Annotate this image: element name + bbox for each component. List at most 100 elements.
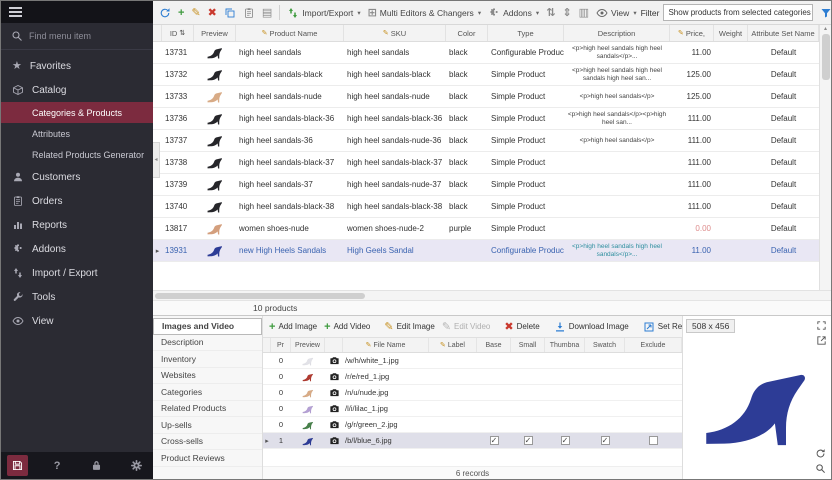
product-row[interactable]: 13817 women shoes-nude women shoes-nude-…	[153, 218, 819, 240]
edit-image-button[interactable]: ✎Edit Image	[381, 320, 437, 334]
checkbox[interactable]	[490, 436, 499, 445]
checkbox[interactable]	[649, 436, 658, 445]
image-row[interactable]: 0 /l/i/lilac_1.jpg	[263, 401, 682, 417]
image-row[interactable]: 0 /g/r/green_2.jpg	[263, 417, 682, 433]
multi-editors-menu[interactable]: ⊞Multi Editors & Changers▾	[365, 6, 485, 20]
open-external-icon[interactable]	[816, 335, 827, 346]
addons-menu[interactable]: Addons▾	[485, 5, 542, 21]
checkbox-exclude[interactable]	[625, 436, 682, 445]
tab-up-sells[interactable]: Up-sells	[153, 417, 262, 434]
product-row[interactable]: 13738 high heel sandals-black-37 high he…	[153, 152, 819, 174]
column-header-base[interactable]: Base	[477, 338, 511, 352]
column-header-type[interactable]: Type	[488, 25, 564, 41]
column-header-sku[interactable]: ✎SKU	[344, 25, 446, 41]
lock-icon[interactable]	[86, 455, 107, 476]
sort-button[interactable]: ⇅	[543, 6, 558, 20]
column-header-exclude[interactable]: Exclude	[625, 338, 682, 352]
checkbox-thumbnail[interactable]	[545, 436, 585, 445]
scroll-up-icon[interactable]: ▴	[824, 25, 827, 32]
sidebar-item-view[interactable]: View	[1, 309, 153, 333]
column-header-product-name[interactable]: ✎Product Name	[236, 25, 344, 41]
sidebar-item-related-products-generator[interactable]: Related Products Generator	[1, 144, 153, 165]
zoom-icon[interactable]	[815, 463, 826, 474]
set-resize-rule-button[interactable]: Set Resize Rule▾	[640, 319, 682, 335]
checkbox[interactable]	[524, 436, 533, 445]
product-row[interactable]: 13739 high heel sandals-37 high heel san…	[153, 174, 819, 196]
column-header-description[interactable]: Description	[564, 25, 670, 41]
column-header-position[interactable]: Pr	[271, 338, 291, 352]
tab-description[interactable]: Description	[153, 335, 262, 352]
download-image-button[interactable]: Download Image	[551, 319, 632, 335]
scrollbar-thumb[interactable]	[155, 293, 365, 299]
product-row[interactable]: 13731 high heel sandals high heel sandal…	[153, 42, 819, 64]
checkbox-swatch[interactable]	[585, 436, 625, 445]
image-row[interactable]: 0 /w/h/white_1.jpg	[263, 353, 682, 369]
column-header-weight[interactable]: Weight	[714, 25, 748, 41]
scrollbar-thumb[interactable]	[822, 34, 830, 80]
horizontal-scrollbar[interactable]	[153, 290, 831, 300]
sidebar-item-categories-products[interactable]: Categories & Products	[1, 102, 153, 123]
column-header-price[interactable]: ✎Price,	[670, 25, 714, 41]
product-row[interactable]: 13733 high heel sandals-nude high heel s…	[153, 86, 819, 108]
column-header-attribute-set[interactable]: Attribute Set Name	[748, 25, 819, 41]
sidebar-item-orders[interactable]: Orders	[1, 189, 153, 213]
view-menu[interactable]: View▾	[593, 5, 640, 21]
tab-related-products[interactable]: Related Products	[153, 401, 262, 418]
tab-product-reviews[interactable]: Product Reviews	[153, 450, 262, 467]
sidebar-item-import-export[interactable]: Import / Export	[1, 261, 153, 285]
tab-categories[interactable]: Categories	[153, 384, 262, 401]
paste-button[interactable]	[240, 5, 258, 21]
checkbox[interactable]	[601, 436, 610, 445]
image-row[interactable]: 0 /n/u/nude.jpg	[263, 385, 682, 401]
sidebar-item-addons[interactable]: Addons	[1, 237, 153, 261]
delete-product-button[interactable]: ✖	[205, 6, 220, 20]
import-export-menu[interactable]: Import/Export▾	[284, 5, 363, 21]
column-header-label[interactable]: ✎Label	[429, 338, 477, 352]
checkbox-small[interactable]	[511, 436, 545, 445]
product-row[interactable]: 13740 high heel sandals-black-38 high he…	[153, 196, 819, 218]
sidebar-item-favorites[interactable]: ★ Favorites	[1, 54, 153, 78]
rotate-icon[interactable]	[815, 448, 826, 459]
edit-video-button[interactable]: ✎Edit Video	[439, 320, 494, 334]
column-header-small[interactable]: Small	[511, 338, 545, 352]
filter-select[interactable]: Show products from selected categories ▾	[663, 4, 813, 21]
reorder-button[interactable]: ⇕	[559, 6, 574, 20]
column-header-id[interactable]: ID⇅	[162, 25, 194, 41]
sidebar-item-attributes[interactable]: Attributes	[1, 123, 153, 144]
row-height-button[interactable]: ▥	[576, 6, 592, 20]
vertical-scrollbar[interactable]: ▴	[819, 25, 831, 290]
image-row[interactable]: 0 /r/e/red_1.jpg	[263, 369, 682, 385]
product-row[interactable]: ▸ 13931 new High Heels Sandals High Geel…	[153, 240, 819, 262]
collapse-sidebar-handle[interactable]: ◂	[153, 142, 160, 178]
help-icon[interactable]: ?	[47, 455, 68, 476]
filters-button[interactable]: Filters ▾	[817, 5, 831, 21]
edit-product-button[interactable]: ✎	[188, 6, 203, 20]
column-header-preview[interactable]: Preview	[194, 25, 236, 41]
tab-inventory[interactable]: Inventory	[153, 351, 262, 368]
fullscreen-icon[interactable]	[816, 320, 827, 331]
product-row[interactable]: 13737 high heel sandals-36 high heel san…	[153, 130, 819, 152]
columns-button[interactable]: ▤	[259, 6, 275, 20]
sidebar-item-catalog[interactable]: Catalog	[1, 78, 153, 102]
sidebar-item-reports[interactable]: Reports	[1, 213, 153, 237]
sidebar-search[interactable]: Find menu item	[1, 23, 153, 50]
image-row[interactable]: ▸ 1 /b/l/blue_6.jpg	[263, 433, 682, 449]
add-product-button[interactable]: +	[175, 6, 187, 20]
column-header-thumbnail[interactable]: Thumbna	[545, 338, 585, 352]
column-header-swatch[interactable]: Swatch	[585, 338, 625, 352]
settings-gear-icon[interactable]	[126, 455, 147, 476]
save-icon[interactable]	[7, 455, 28, 476]
search-input[interactable]: Find menu item	[29, 31, 91, 41]
sidebar-item-customers[interactable]: Customers	[1, 165, 153, 189]
delete-image-button[interactable]: ✖Delete	[501, 320, 542, 334]
checkbox-base[interactable]	[477, 436, 511, 445]
column-header-color[interactable]: Color	[446, 25, 488, 41]
add-video-button[interactable]: +Add Video	[321, 320, 373, 334]
checkbox[interactable]	[561, 436, 570, 445]
column-header-file-name[interactable]: ✎File Name	[343, 338, 429, 352]
tab-cross-sells[interactable]: Cross-sells	[153, 434, 262, 451]
sidebar-item-tools[interactable]: Tools	[1, 285, 153, 309]
add-image-button[interactable]: +Add Image	[266, 320, 320, 334]
tab-websites[interactable]: Websites	[153, 368, 262, 385]
refresh-button[interactable]	[156, 5, 174, 21]
